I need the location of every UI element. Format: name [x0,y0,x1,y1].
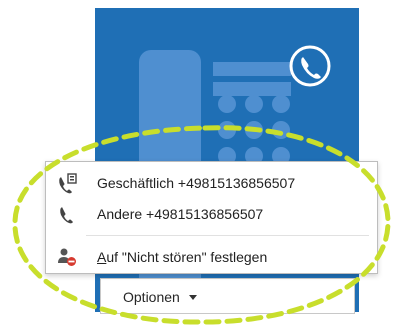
menu-item-label-rest: uf "Nicht stören" festlegen [106,249,268,265]
phone-icon [60,207,73,224]
key-6 [272,121,290,139]
options-button[interactable]: Optionen [123,289,197,305]
menu-separator [86,235,369,236]
display-line-2 [213,82,291,96]
key-2 [245,95,263,113]
menu-item-set-dnd[interactable]: Auf "Nicht stören" festlegen [46,242,377,272]
key-1 [218,95,236,113]
key-5 [245,121,263,139]
options-label: Optionen [123,289,180,305]
caret-down-icon [188,295,197,300]
menu-item-call-work[interactable]: Geschäftlich +49815136856507 [46,168,377,198]
menu-item-label: Auf "Nicht stören" festlegen [97,249,267,265]
menu-item-label: Andere +49815136856507 [97,206,264,222]
access-key: A [97,249,107,265]
work-phone-icon [59,173,77,194]
options-bar: Optionen [100,278,355,314]
phone-circle-icon [289,45,331,87]
do-not-disturb-icon [58,248,76,266]
context-menu: Geschäftlich +49815136856507 Andere +498… [45,161,378,274]
key-3 [272,95,290,113]
menu-item-call-other[interactable]: Andere +49815136856507 [46,199,377,229]
menu-item-label: Geschäftlich +49815136856507 [97,175,296,191]
display-line-1 [213,62,291,76]
key-4 [218,121,236,139]
